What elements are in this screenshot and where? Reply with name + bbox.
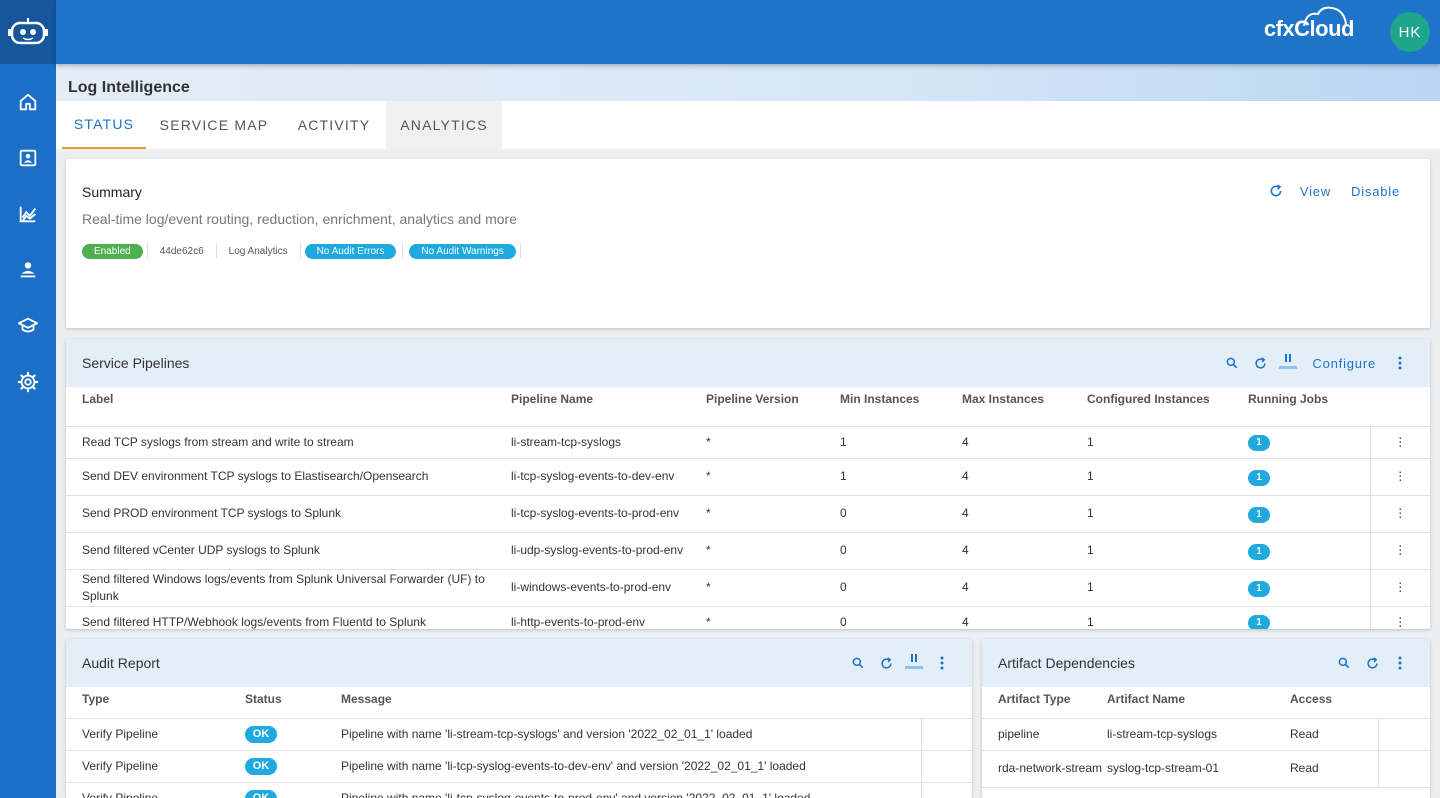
top-header: cfxCloud HK	[56, 0, 1440, 64]
col-type[interactable]: Type	[66, 687, 245, 719]
summary-chips: Enabled 44de62c6 Log Analytics No Audit …	[82, 243, 525, 259]
enabled-badge: Enabled	[82, 243, 143, 259]
tab-activity[interactable]: ACTIVITY	[286, 101, 382, 149]
running-jobs-badge[interactable]: 1	[1248, 469, 1270, 486]
summary-card: Summary Real-time log/event routing, red…	[66, 159, 1430, 328]
more-vert-icon[interactable]	[1386, 649, 1414, 677]
summary-title: Summary	[82, 184, 142, 200]
table-row[interactable]: Read TCP syslogs from stream and write t…	[66, 426, 1430, 459]
pause-icon[interactable]	[900, 649, 928, 677]
tab-status[interactable]: STATUS	[62, 101, 146, 149]
artifact-dependencies-title: Artifact Dependencies	[998, 655, 1135, 671]
running-jobs-badge[interactable]: 1	[1248, 615, 1270, 629]
home-icon[interactable]	[0, 74, 56, 130]
audit-report-table: Type Status Message Verify Pipeline OK P…	[66, 687, 972, 798]
col-running-jobs[interactable]: Running Jobs	[1248, 387, 1370, 427]
tab-bar: STATUS SERVICE MAP ACTIVITY ANALYTICS	[56, 101, 1440, 149]
service-pipelines-card: Service Pipelines Configure Label Pipeli…	[66, 339, 1430, 629]
contacts-icon[interactable]	[0, 130, 56, 186]
col-artifact-type[interactable]: Artifact Type	[982, 687, 1107, 719]
sidebar	[0, 0, 56, 798]
more-vert-icon[interactable]	[928, 649, 956, 677]
user-admin-icon[interactable]	[0, 242, 56, 298]
table-row[interactable]: rda-network-stream syslog-tcp-stream-01 …	[982, 750, 1430, 788]
bot-logo-icon[interactable]	[0, 0, 56, 64]
table-row[interactable]: Verify Pipeline OK Pipeline with name 'l…	[66, 718, 972, 751]
running-jobs-badge[interactable]: 1	[1248, 580, 1270, 597]
refresh-icon[interactable]	[1358, 649, 1386, 677]
search-icon[interactable]	[1330, 649, 1358, 677]
col-pipeline-name[interactable]: Pipeline Name	[511, 387, 706, 427]
configure-button[interactable]: Configure	[1302, 356, 1386, 371]
table-row[interactable]: Send PROD environment TCP syslogs to Spl…	[66, 495, 1430, 533]
version-hash: 44de62c6	[159, 245, 204, 257]
row-menu-icon[interactable]: ⋮	[1369, 495, 1430, 533]
brand-logo: cfxCloud	[1264, 6, 1355, 42]
artifact-dependencies-table: Artifact Type Artifact Name Access pipel…	[982, 687, 1430, 788]
col-min-instances[interactable]: Min Instances	[840, 387, 962, 427]
table-row[interactable]: Send filtered HTTP/Webhook logs/events f…	[66, 606, 1430, 629]
table-row[interactable]: Send filtered vCenter UDP syslogs to Spl…	[66, 532, 1430, 570]
more-vert-icon[interactable]	[1386, 349, 1414, 377]
row-menu-icon[interactable]: ⋮	[1369, 426, 1430, 459]
artifact-dependencies-card: Artifact Dependencies Artifact Type Arti…	[982, 639, 1430, 798]
status-badge: OK	[245, 726, 277, 743]
row-menu-icon[interactable]: ⋮	[1369, 569, 1430, 607]
col-label[interactable]: Label	[66, 387, 511, 427]
col-pipeline-version[interactable]: Pipeline Version	[706, 387, 840, 427]
education-icon[interactable]	[0, 298, 56, 354]
table-row[interactable]: pipeline li-stream-tcp-syslogs Read	[982, 718, 1430, 751]
running-jobs-badge[interactable]: 1	[1248, 506, 1270, 523]
running-jobs-badge[interactable]: 1	[1248, 543, 1270, 560]
col-access[interactable]: Access	[1290, 687, 1378, 719]
col-status[interactable]: Status	[245, 687, 341, 719]
service-pipelines-table: Label Pipeline Name Pipeline Version Min…	[66, 387, 1430, 629]
service-pipelines-header: Service Pipelines Configure	[66, 339, 1430, 387]
audit-report-header: Audit Report	[66, 639, 972, 687]
table-row[interactable]: Verify Pipeline OK Pipeline with name 'l…	[66, 750, 972, 783]
search-icon[interactable]	[844, 649, 872, 677]
status-badge: OK	[245, 790, 277, 798]
refresh-icon[interactable]	[1262, 177, 1290, 205]
table-row[interactable]: Verify Pipeline OK Pipeline with name 'l…	[66, 782, 972, 798]
col-artifact-name[interactable]: Artifact Name	[1107, 687, 1290, 719]
col-configured-instances[interactable]: Configured Instances	[1087, 387, 1248, 427]
analytics-chart-icon[interactable]	[0, 186, 56, 242]
disable-button[interactable]: Disable	[1341, 184, 1410, 199]
service-pipelines-title: Service Pipelines	[82, 355, 190, 371]
table-row[interactable]: Send filtered Windows logs/events from S…	[66, 569, 1430, 607]
table-row[interactable]: Send DEV environment TCP syslogs to Elas…	[66, 458, 1430, 496]
audit-report-card: Audit Report Type Status Message Verify …	[66, 639, 972, 798]
row-menu-icon[interactable]: ⋮	[1369, 458, 1430, 496]
col-max-instances[interactable]: Max Instances	[962, 387, 1087, 427]
page-title: Log Intelligence	[68, 79, 190, 96]
audit-warnings-badge: No Audit Warnings	[409, 243, 516, 259]
tab-service-map[interactable]: SERVICE MAP	[152, 101, 276, 149]
page-title-bar: Log Intelligence	[56, 64, 1440, 101]
row-menu-icon[interactable]: ⋮	[1369, 606, 1430, 629]
user-avatar[interactable]: HK	[1390, 12, 1430, 52]
tab-analytics[interactable]: ANALYTICS	[386, 101, 502, 149]
artifact-dependencies-header: Artifact Dependencies	[982, 639, 1430, 687]
settings-icon[interactable]	[0, 354, 56, 410]
category-label: Log Analytics	[228, 245, 288, 257]
summary-description: Real-time log/event routing, reduction, …	[82, 211, 517, 227]
view-button[interactable]: View	[1290, 184, 1341, 199]
search-icon[interactable]	[1218, 349, 1246, 377]
refresh-icon[interactable]	[872, 649, 900, 677]
status-badge: OK	[245, 758, 277, 775]
row-menu-icon[interactable]: ⋮	[1369, 532, 1430, 570]
refresh-icon[interactable]	[1246, 349, 1274, 377]
running-jobs-badge[interactable]: 1	[1248, 435, 1270, 451]
audit-report-title: Audit Report	[82, 655, 160, 671]
col-message[interactable]: Message	[341, 687, 921, 719]
audit-errors-badge: No Audit Errors	[304, 243, 397, 259]
pause-icon[interactable]	[1274, 349, 1302, 377]
